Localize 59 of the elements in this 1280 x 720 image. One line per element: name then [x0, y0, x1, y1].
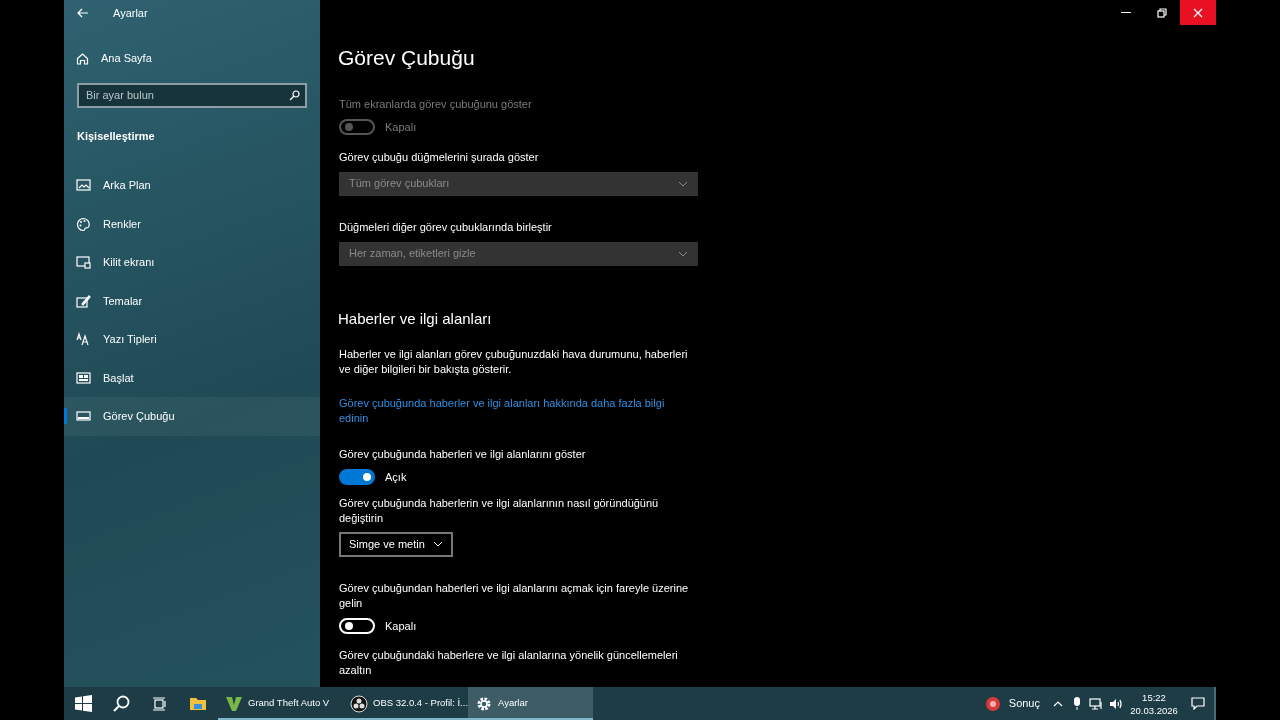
home-link[interactable]: Ana Sayfa — [64, 39, 320, 78]
speaker-icon — [1109, 697, 1123, 710]
chevron-down-icon — [678, 180, 688, 187]
sidebar-item[interactable]: Görev Çubuğu — [64, 397, 320, 436]
sidebar-item[interactable]: Başlat — [64, 358, 320, 397]
setting-label: Görev çubuğunda haberleri ve ilgi alanlarını göster — [339, 447, 587, 462]
sidebar-item[interactable]: Kilit ekranı — [64, 243, 320, 282]
setting-label: Görev çubuğu düğmelerini şurada göster — [339, 149, 540, 165]
toggle-state: Kapalı — [385, 618, 417, 634]
search-field[interactable]: Bir ayar bulun — [77, 82, 307, 108]
back-arrow-icon[interactable] — [77, 8, 89, 18]
notification-icon — [1191, 697, 1205, 710]
dropdown[interactable]: Simge ve metin — [339, 531, 453, 557]
chevron-up-icon — [1053, 700, 1063, 707]
setting-label: Görev çubuğundaki haberlere ve ilgi alanlarına yönelik güncellemeleri azaltın — [339, 648, 679, 678]
network-icon — [1089, 697, 1103, 710]
chevron-down-icon — [678, 250, 688, 257]
section-heading: Kişiselleştirme — [76, 128, 156, 144]
setting-label: Görev çubuğunda haberlerin ve ilgi alanlarının nasıl göründüğünü değiştirin — [339, 495, 660, 526]
sidebar-item[interactable]: Renkler — [64, 204, 320, 243]
v-logo-icon — [225, 694, 243, 713]
window-title: Ayarlar — [113, 5, 148, 21]
weather-button[interactable]: Sonuç — [976, 687, 1048, 720]
restore-icon — [1157, 7, 1167, 18]
toggle-state: Açık — [385, 470, 407, 485]
weather-badge-icon — [984, 695, 1001, 712]
lock-screen-icon — [76, 255, 91, 270]
task-view-icon — [151, 696, 167, 711]
search-icon — [112, 695, 130, 712]
setting-label: Düğmeleri diğer görev çubuklarında birleştir — [339, 219, 553, 235]
toggle-state: Kapalı — [385, 120, 417, 135]
toggle-switch[interactable] — [339, 469, 375, 486]
minimize-icon — [1121, 12, 1131, 13]
windows-logo-icon — [74, 695, 92, 712]
close-icon — [1193, 7, 1203, 18]
taskbar-icon — [76, 409, 91, 424]
learn-more-link[interactable]: Görev çubuğunda haberler ve ilgi alanları hakkında daha fazla bilgi edinin — [339, 396, 684, 426]
search-icon — [289, 89, 300, 101]
picture-frame-icon — [76, 178, 91, 193]
page-title: Görev Çubuğu — [338, 45, 476, 71]
description-text: Haberler ve ilgi alanları görev çubuğunuzdaki hava durumunu, haberleri ve diğer bilgileri bir bakışta gösterir. — [339, 347, 689, 377]
brush-icon — [76, 293, 91, 308]
taskbar-app[interactable]: Grand Theft Auto V — [218, 687, 343, 720]
start-menu-icon — [76, 370, 91, 385]
obs-logo-icon — [350, 694, 368, 713]
setting-label: Tüm ekranlarda görev çubuğunu göster — [339, 97, 533, 112]
taskbar-app[interactable]: OBS 32.0.4 - Profil: İ... — [343, 687, 468, 720]
chevron-down-icon — [432, 541, 443, 547]
taskbar-app[interactable]: Ayarlar — [468, 687, 593, 720]
home-icon — [76, 51, 89, 65]
section-heading: Haberler ve ilgi alanları — [338, 308, 493, 329]
palette-icon — [76, 216, 91, 231]
sidebar-item[interactable]: Temalar — [64, 281, 320, 320]
setting-label: Görev çubuğundan haberleri ve ilgi alanlarını açmak için fareyle üzerine gelin — [339, 580, 690, 611]
sidebar-item[interactable]: Yazı Tipleri — [64, 320, 320, 359]
font-size-icon — [76, 332, 91, 347]
clock[interactable]: 15:22 20.03.2026 — [1126, 687, 1182, 720]
sidebar-item[interactable]: Arka Plan — [64, 166, 320, 205]
microphone-icon — [1073, 697, 1081, 710]
